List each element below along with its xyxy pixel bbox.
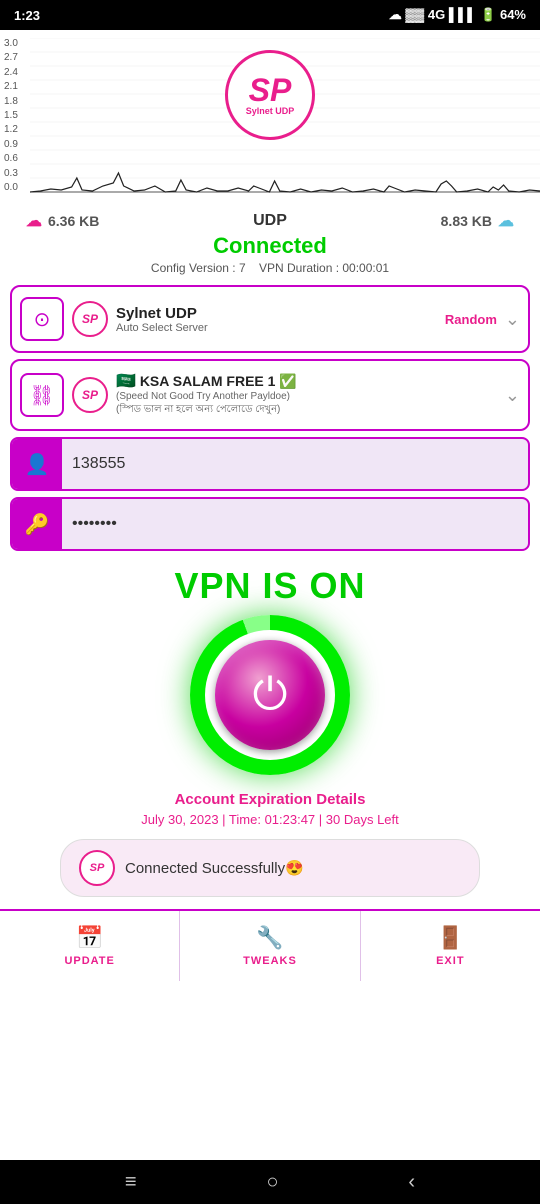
- location-icon-box: ⊙: [20, 297, 64, 341]
- power-symbol-icon: ⏻: [253, 673, 288, 717]
- location-subtitle: Auto Select Server: [116, 322, 437, 334]
- speed-row: ☁ 6.36 KB UDP 8.83 KB ☁: [16, 211, 524, 231]
- location-logo: SP: [72, 301, 108, 337]
- vpn-duration: VPN Duration : 00:00:01: [259, 261, 389, 275]
- location-section-label: LOCATION: [24, 285, 91, 288]
- android-home-btn[interactable]: ○: [266, 1171, 278, 1194]
- network-logo: SP: [72, 377, 108, 413]
- location-card-content: ⊙ SP Sylnet UDP Auto Select Server Rando…: [12, 287, 528, 351]
- graph-area: 3.0 2.7 2.4 2.1 1.8 1.5 1.2 0.9 0.6 0.3 …: [0, 30, 540, 205]
- battery-icon: 🔋: [480, 7, 496, 22]
- power-button-container[interactable]: ⏻: [0, 615, 540, 775]
- network-arrow-icon: ⌄: [505, 385, 520, 406]
- logo-sp-text: SP: [249, 74, 292, 106]
- android-menu-btn[interactable]: ≡: [125, 1171, 137, 1194]
- status-icons: ☁ ▓▓ 4G ▌▌▌ 🔋 64%: [389, 7, 526, 23]
- random-label: Random: [445, 312, 497, 327]
- update-label: UPDATE: [64, 955, 114, 967]
- upload-icon: ☁: [26, 211, 42, 231]
- tweaks-icon: 🔧: [256, 925, 283, 951]
- app-logo: SP Sylnet UDP: [225, 50, 315, 140]
- network-subtitle1: (Speed Not Good Try Another Payldoe): [116, 391, 497, 402]
- graph-y-labels: 3.0 2.7 2.4 2.1 1.8 1.5 1.2 0.9 0.6 0.3 …: [4, 38, 18, 193]
- power-btn-outer[interactable]: ⏻: [190, 615, 350, 775]
- password-input[interactable]: [62, 503, 528, 545]
- status-bar: 1:23 ☁ ▓▓ 4G ▌▌▌ 🔋 64%: [0, 0, 540, 30]
- vpn-info: Config Version : 7 VPN Duration : 00:00:…: [151, 261, 389, 275]
- user-icon: 👤: [25, 452, 50, 477]
- vpn-on-label: VPN IS ON: [0, 565, 540, 607]
- notif-text: Connected Successfully😍: [125, 859, 304, 877]
- power-btn-inner[interactable]: ⏻: [215, 640, 325, 750]
- download-icon: ☁: [498, 211, 514, 231]
- username-input[interactable]: [62, 443, 528, 485]
- location-arrow-icon: ⌄: [505, 309, 520, 330]
- nav-item-update[interactable]: 📅 UPDATE: [0, 911, 180, 981]
- download-speed: 8.83 KB ☁: [441, 211, 514, 231]
- location-text: Sylnet UDP Auto Select Server: [116, 305, 437, 334]
- main-content: 3.0 2.7 2.4 2.1 1.8 1.5 1.2 0.9 0.6 0.3 …: [0, 30, 540, 1160]
- nav-item-exit[interactable]: 🚪 EXIT: [361, 911, 540, 981]
- user-icon-box: 👤: [12, 439, 62, 489]
- connected-notification: SP Connected Successfully😍: [60, 839, 480, 897]
- network-icon-box: ⛓: [20, 373, 64, 417]
- protocol-label: UDP: [253, 212, 287, 230]
- bottom-nav: 📅 UPDATE 🔧 TWEAKS 🚪 EXIT: [0, 909, 540, 981]
- expiry-title: Account Expiration Details: [10, 791, 530, 808]
- cloud-icon: ☁: [389, 7, 402, 22]
- location-card[interactable]: LOCATION ⊙ SP Sylnet UDP Auto Select Ser…: [10, 285, 530, 353]
- location-name: Sylnet UDP: [116, 305, 437, 322]
- update-icon: 📅: [76, 925, 103, 951]
- notif-logo: SP: [79, 850, 115, 886]
- connection-status: Connected: [213, 233, 327, 259]
- battery-level: 64%: [500, 7, 526, 22]
- account-expiry: Account Expiration Details July 30, 2023…: [10, 791, 530, 827]
- power-btn-middle: ⏻: [205, 630, 335, 760]
- checkmark-icon: ✅: [279, 373, 296, 389]
- android-back-btn[interactable]: ‹: [408, 1171, 415, 1194]
- network-subtitle2: (স্পিড ভাল না হলে অন্য পেলোডে দেখুন): [116, 402, 497, 419]
- upload-value: 6.36 KB: [48, 213, 99, 229]
- network-icon: ⛓: [29, 383, 54, 408]
- location-icon: ⊙: [34, 307, 51, 332]
- expiry-detail: July 30, 2023 | Time: 01:23:47 | 30 Days…: [10, 812, 530, 827]
- key-icon: 🔑: [25, 512, 50, 537]
- username-row[interactable]: 👤: [10, 437, 530, 491]
- network-section-label: NETWORK: [24, 359, 91, 362]
- key-icon-box: 🔑: [12, 499, 62, 549]
- nav-item-tweaks[interactable]: 🔧 TWEAKS: [180, 911, 360, 981]
- config-version: Config Version : 7: [151, 261, 246, 275]
- network-text: 🇸🇦 KSA SALAM FREE 1 ✅ (Speed Not Good Tr…: [116, 371, 497, 419]
- network-type: 4G: [428, 7, 445, 22]
- network-name-text: KSA SALAM FREE 1: [140, 373, 276, 389]
- logo-subtitle: Sylnet UDP: [246, 106, 295, 116]
- android-nav-bar: ≡ ○ ‹: [0, 1160, 540, 1204]
- speed-section: ☁ 6.36 KB UDP 8.83 KB ☁ Connected Config…: [0, 205, 540, 279]
- tweaks-label: TWEAKS: [243, 955, 297, 967]
- signal-strength: ▓▓: [405, 7, 424, 22]
- exit-label: EXIT: [436, 955, 464, 967]
- network-card-content: ⛓ SP 🇸🇦 KSA SALAM FREE 1 ✅ (Speed Not Go…: [12, 361, 528, 429]
- upload-speed: ☁ 6.36 KB: [26, 211, 99, 231]
- network-card[interactable]: NETWORK ⛓ SP 🇸🇦 KSA SALAM FREE 1 ✅ (Spee…: [10, 359, 530, 431]
- exit-icon: 🚪: [437, 925, 464, 951]
- flag-icon: 🇸🇦: [116, 373, 136, 390]
- network-name: 🇸🇦 KSA SALAM FREE 1 ✅: [116, 371, 497, 391]
- logo-container: SP Sylnet UDP: [225, 50, 315, 140]
- status-time: 1:23: [14, 8, 40, 23]
- signal-bars: ▌▌▌: [449, 7, 477, 22]
- download-value: 8.83 KB: [441, 213, 492, 229]
- password-row[interactable]: 🔑: [10, 497, 530, 551]
